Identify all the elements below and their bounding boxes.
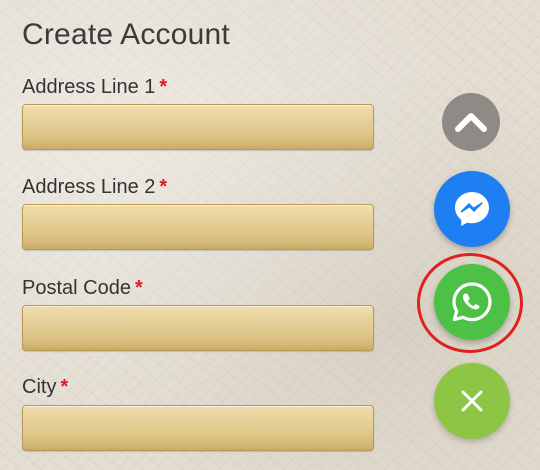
postal-code-label: Postal Code *: [22, 277, 143, 300]
chevron-up-icon: [455, 113, 487, 132]
required-asterisk: *: [159, 76, 168, 98]
address-line-1-label-text: Address Line 1: [22, 76, 156, 98]
address-line-2-label: Address Line 2 *: [22, 176, 167, 199]
address-line-2-input[interactable]: [22, 204, 374, 250]
required-asterisk: *: [159, 176, 168, 198]
close-button[interactable]: [434, 363, 510, 439]
address-line-1-label: Address Line 1 *: [22, 76, 167, 99]
city-label-text: City: [22, 376, 57, 398]
whatsapp-button[interactable]: [434, 264, 510, 340]
address-line-1-input[interactable]: [22, 104, 374, 150]
scroll-to-top-button[interactable]: [442, 93, 500, 151]
page-title: Create Account: [22, 18, 230, 51]
city-label: City *: [22, 376, 68, 399]
required-asterisk: *: [134, 277, 143, 299]
close-icon: [461, 390, 483, 412]
city-input[interactable]: [22, 405, 374, 451]
address-line-2-label-text: Address Line 2: [22, 176, 156, 198]
postal-code-label-text: Postal Code: [22, 277, 131, 299]
postal-code-input[interactable]: [22, 305, 374, 351]
whatsapp-icon: [452, 282, 492, 322]
messenger-button[interactable]: [434, 171, 510, 247]
required-asterisk: *: [60, 376, 69, 398]
messenger-icon: [455, 192, 489, 226]
